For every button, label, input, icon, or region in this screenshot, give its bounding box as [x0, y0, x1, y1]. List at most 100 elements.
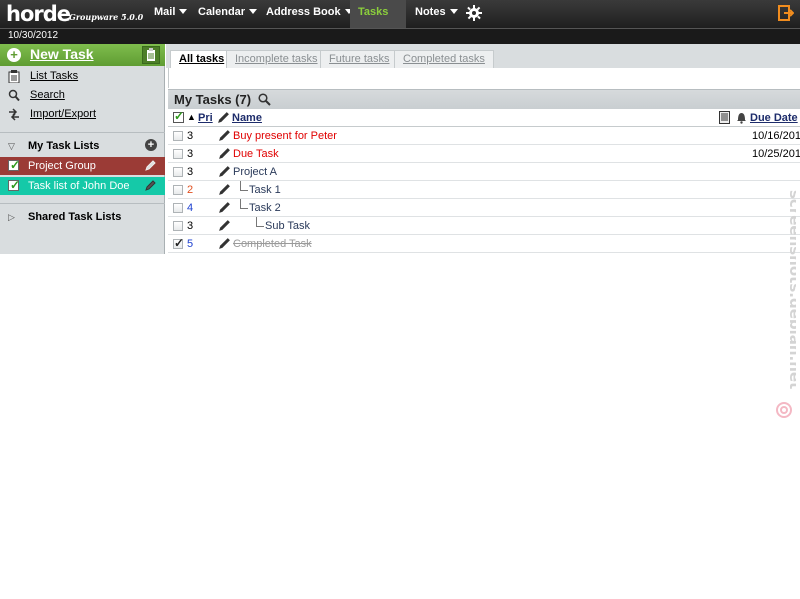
- table-header: ✓ ▲ Pri Name Due Date: [168, 109, 800, 127]
- menu-calendar[interactable]: Calendar: [190, 0, 265, 28]
- task-name-link[interactable]: Project A: [233, 166, 277, 178]
- tree-connector: [240, 199, 248, 209]
- task-complete-checkbox[interactable]: [173, 167, 183, 177]
- task-name-link[interactable]: Task 1: [249, 184, 281, 196]
- shared-task-lists-label: Shared Task Lists: [28, 211, 122, 223]
- task-priority: 2: [187, 184, 194, 196]
- column-due-date[interactable]: Due Date: [750, 112, 798, 124]
- table-row[interactable]: 2 Task 1: [168, 181, 800, 199]
- gear-icon[interactable]: [466, 5, 482, 21]
- horde-logo[interactable]: horde: [6, 2, 71, 26]
- edit-pencil-icon[interactable]: [144, 180, 156, 192]
- tab-content-spacer: [168, 68, 800, 88]
- task-name-link[interactable]: Buy present for Peter: [233, 130, 337, 142]
- sidebar-item-label: Search: [30, 89, 65, 101]
- table-row[interactable]: 3 Sub Task: [168, 217, 800, 235]
- task-complete-checkbox[interactable]: [173, 131, 183, 141]
- horde-version-label: Groupware 5.0.0: [69, 12, 144, 22]
- edit-pencil-icon[interactable]: [218, 201, 231, 214]
- sidebar-item-search[interactable]: Search: [0, 86, 165, 105]
- task-list-john-doe[interactable]: ✓ Task list of John Doe: [0, 177, 165, 195]
- menu-tasks[interactable]: Tasks: [350, 0, 406, 39]
- edit-pencil-icon[interactable]: [218, 165, 231, 178]
- sort-ascending-icon: ▲: [187, 112, 196, 122]
- column-priority[interactable]: Pri: [198, 112, 213, 124]
- date-bar: 10/30/2012: [0, 28, 800, 44]
- new-task-button[interactable]: + New Task: [0, 44, 165, 66]
- quick-add-icon[interactable]: [142, 46, 160, 64]
- task-filter-tabs: All tasks Incomplete tasks Future tasks …: [166, 44, 800, 68]
- task-complete-checkbox[interactable]: [173, 185, 183, 195]
- chevron-down-icon: [449, 9, 458, 14]
- menu-mail[interactable]: Mail: [146, 0, 195, 28]
- task-complete-checkbox[interactable]: ✓: [173, 236, 184, 250]
- sidebar-item-list-tasks[interactable]: List Tasks: [0, 67, 165, 86]
- task-list-checkbox[interactable]: ✓: [8, 158, 20, 172]
- notes-column-icon[interactable]: [719, 111, 730, 124]
- search-icon: [8, 89, 20, 102]
- table-row[interactable]: 3 Buy present for Peter 10/16/2012: [168, 127, 800, 145]
- current-date: 10/30/2012: [8, 30, 59, 41]
- collapse-triangle-icon[interactable]: ▽: [8, 141, 15, 152]
- logout-icon[interactable]: [778, 5, 794, 21]
- task-name-link[interactable]: Due Task: [233, 148, 279, 160]
- tab-future-tasks[interactable]: Future tasks: [320, 50, 399, 68]
- edit-pencil-icon[interactable]: [218, 183, 231, 196]
- task-list-header: My Tasks (7): [168, 89, 800, 109]
- task-priority: 5: [187, 238, 194, 250]
- new-task-label: New Task: [30, 46, 94, 62]
- edit-pencil-icon[interactable]: [218, 237, 231, 250]
- menu-notes[interactable]: Notes: [407, 0, 466, 28]
- task-list-label: Task list of John Doe: [28, 180, 130, 192]
- sidebar-item-label: Import/Export: [30, 108, 97, 120]
- task-list-project-group[interactable]: ✓ Project Group: [0, 157, 165, 175]
- sidebar-item-import-export[interactable]: Import/Export: [0, 105, 165, 124]
- task-complete-checkbox[interactable]: [173, 203, 183, 213]
- task-priority: 3: [187, 220, 194, 232]
- top-menu-bar: horde Groupware 5.0.0 Mail Calendar Addr…: [0, 0, 800, 39]
- svg-text:screenshots.debian.net: screenshots.debian.net: [786, 190, 796, 389]
- tab-incomplete-tasks[interactable]: Incomplete tasks: [226, 50, 327, 68]
- tab-all-tasks[interactable]: All tasks: [170, 50, 234, 68]
- my-task-lists-header[interactable]: ▽ My Task Lists +: [0, 132, 165, 158]
- edit-pencil-icon: [218, 112, 229, 123]
- tree-connector: [256, 217, 264, 227]
- sidebar-item-label: List Tasks: [30, 70, 79, 82]
- watermark: screenshots.debian.net: [776, 190, 796, 418]
- shared-task-lists-header[interactable]: ▷ Shared Task Lists: [0, 203, 165, 229]
- task-name-link[interactable]: Completed Task: [233, 238, 312, 250]
- plus-icon: +: [7, 48, 21, 62]
- select-all-checkbox[interactable]: ✓: [173, 109, 184, 123]
- tab-completed-tasks[interactable]: Completed tasks: [394, 50, 494, 68]
- table-row[interactable]: 3 Project A: [168, 163, 800, 181]
- task-due-date: 10/16/2012: [752, 130, 800, 142]
- expand-triangle-icon[interactable]: ▷: [8, 212, 15, 223]
- task-list-checkbox[interactable]: ✓: [8, 178, 20, 192]
- task-complete-checkbox[interactable]: [173, 221, 183, 231]
- search-icon[interactable]: [258, 93, 271, 106]
- edit-pencil-icon[interactable]: [218, 147, 231, 160]
- edit-pencil-icon[interactable]: [144, 160, 156, 172]
- menu-address-book[interactable]: Address Book: [258, 0, 361, 28]
- task-priority: 3: [187, 148, 194, 160]
- add-task-list-icon[interactable]: +: [145, 139, 157, 151]
- sidebar: + New Task List Tasks Search Import/Expo…: [0, 44, 165, 254]
- chevron-down-icon: [249, 9, 258, 14]
- page-title: My Tasks (7): [174, 92, 252, 107]
- column-name[interactable]: Name: [232, 112, 262, 124]
- task-due-date: 10/25/2012: [752, 148, 800, 160]
- edit-pencil-icon[interactable]: [218, 129, 231, 142]
- task-priority: 3: [187, 130, 194, 142]
- task-name-link[interactable]: Sub Task: [265, 220, 310, 232]
- table-row[interactable]: 4 Task 2: [168, 199, 800, 217]
- table-row[interactable]: 3 Due Task 10/25/2012: [168, 145, 800, 163]
- chevron-down-icon: [179, 9, 188, 14]
- task-name-link[interactable]: Task 2: [249, 202, 281, 214]
- tree-connector: [240, 181, 248, 191]
- task-list-label: Project Group: [28, 160, 96, 172]
- bell-icon[interactable]: [736, 111, 747, 124]
- my-task-lists-label: My Task Lists: [28, 140, 100, 152]
- table-row[interactable]: ✓ 5 Completed Task: [168, 235, 800, 253]
- task-complete-checkbox[interactable]: [173, 149, 183, 159]
- edit-pencil-icon[interactable]: [218, 219, 231, 232]
